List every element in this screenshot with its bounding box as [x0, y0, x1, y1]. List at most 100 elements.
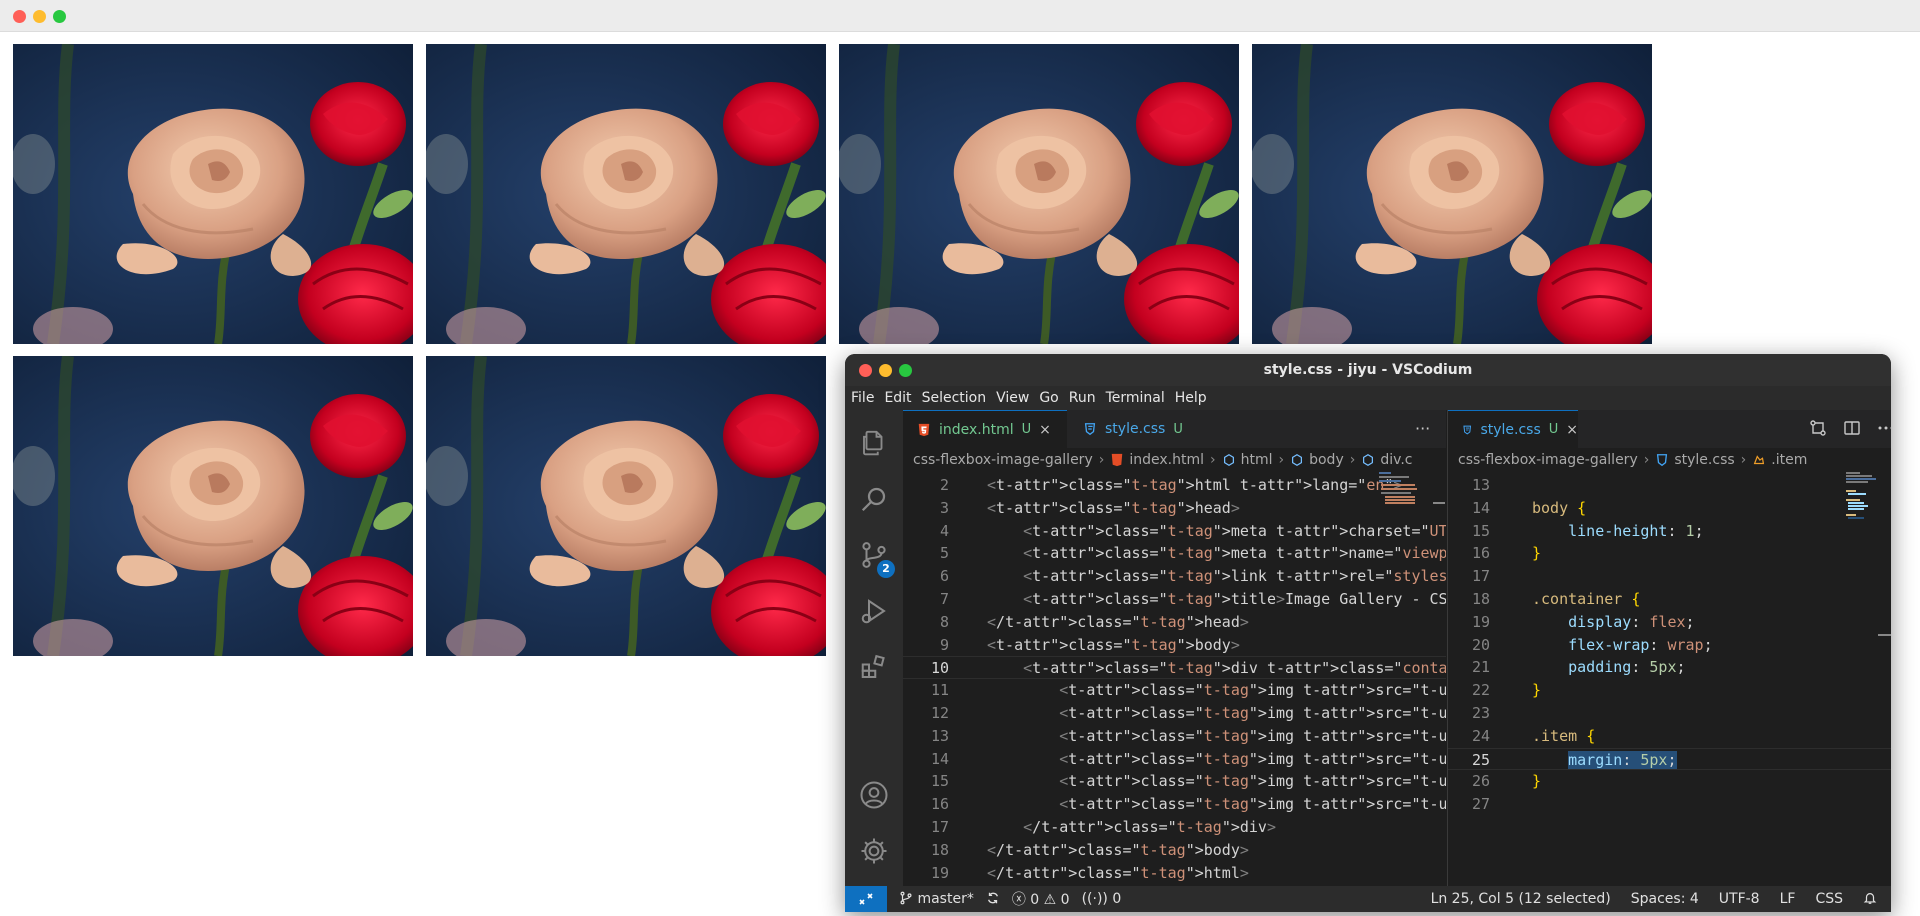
line-number: 16	[1471, 544, 1490, 563]
minimize-window-button[interactable]	[33, 10, 46, 23]
run-debug-icon[interactable]	[859, 596, 889, 626]
breadcrumb-body[interactable]: body	[1309, 452, 1344, 468]
search-icon[interactable]	[859, 484, 889, 514]
code-line[interactable]: 17 </t-attr">class="t-tag">div>	[903, 816, 1446, 839]
code-line[interactable]: 8 </t-attr">class="t-tag">head>	[903, 611, 1446, 634]
maximize-window-button[interactable]	[53, 10, 66, 23]
editor-group-right: style.css U × css-flexbox-image-gallery …	[1447, 410, 1891, 886]
remote-indicator-icon[interactable]	[845, 886, 887, 912]
branch-status[interactable]: master*	[899, 891, 974, 907]
breadcrumb-file[interactable]: index.html	[1129, 452, 1204, 468]
code-line[interactable]: 19 display: flex;	[1448, 611, 1891, 634]
code-line[interactable]: 7 <t-attr">class="t-tag">title>Image Gal…	[903, 588, 1446, 611]
breadcrumb-folder[interactable]: css-flexbox-image-gallery	[1458, 452, 1638, 468]
code-line[interactable]: 14 <t-attr">class="t-tag">img t-attr">sr…	[903, 748, 1446, 771]
menu-view[interactable]: View	[996, 390, 1029, 406]
menu-terminal[interactable]: Terminal	[1106, 390, 1165, 406]
code-line[interactable]: 2 <t-attr">class="t-tag">html t-attr">lan…	[903, 474, 1446, 497]
end-of-line[interactable]: LF	[1780, 891, 1796, 907]
scrollbar-right[interactable]	[1878, 634, 1891, 636]
code-line[interactable]: 6 <t-attr">class="t-tag">link t-attr">re…	[903, 565, 1446, 588]
gear-icon[interactable]	[859, 836, 889, 866]
code-line[interactable]: 16}	[1448, 542, 1891, 565]
close-window-button[interactable]	[13, 10, 26, 23]
cursor-position[interactable]: Ln 25, Col 5 (12 selected)	[1431, 891, 1611, 907]
code-line[interactable]: 15 line-height: 1;	[1448, 520, 1891, 543]
code-line[interactable]: 16 <t-attr">class="t-tag">img t-attr">sr…	[903, 793, 1446, 816]
breadcrumb-div[interactable]: div.c	[1380, 452, 1412, 468]
code-line[interactable]: 24 .item {	[1448, 725, 1891, 748]
code-text: margin: 5px;	[1568, 750, 1677, 769]
tab-style-css[interactable]: style.css U	[1069, 410, 1219, 448]
gallery-image	[13, 356, 413, 656]
language-mode[interactable]: CSS	[1815, 891, 1843, 907]
tab-index-html[interactable]: index.html U ×	[903, 410, 1067, 448]
code-line[interactable]: 13	[1448, 474, 1891, 497]
untracked-marker: U	[1021, 422, 1032, 437]
sync-icon[interactable]	[986, 891, 1000, 907]
extensions-icon[interactable]	[859, 652, 889, 682]
encoding[interactable]: UTF-8	[1719, 891, 1760, 907]
minimap-left[interactable]	[1373, 472, 1421, 886]
notifications-bell-icon[interactable]	[1863, 891, 1877, 907]
left-tab-bar: index.html U × style.css U ···	[903, 410, 1446, 448]
menu-file[interactable]: File	[851, 390, 874, 406]
code-line[interactable]: 15 <t-attr">class="t-tag">img t-attr">sr…	[903, 770, 1446, 793]
line-number: 7	[939, 590, 949, 608]
code-text: </t-attr">class="t-tag">body>	[987, 840, 1249, 859]
code-line[interactable]: 9 <t-attr">class="t-tag">body>	[903, 634, 1446, 657]
line-number: 12	[930, 704, 949, 722]
more-actions-icon[interactable]: ···	[1415, 419, 1430, 438]
code-line[interactable]: 11 <t-attr">class="t-tag">img t-attr">sr…	[903, 679, 1446, 702]
code-line[interactable]: 4 <t-attr">class="t-tag">meta t-attr">ch…	[903, 520, 1446, 543]
close-tab-icon[interactable]: ×	[1039, 422, 1051, 438]
breadcrumb-file[interactable]: style.css	[1674, 452, 1734, 468]
vsc-close-button[interactable]	[859, 364, 872, 377]
tab-style-css-active[interactable]: style.css U ×	[1448, 410, 1578, 448]
minimap-right[interactable]	[1840, 472, 1888, 886]
scrollbar-left[interactable]	[1433, 502, 1445, 504]
menu-go[interactable]: Go	[1039, 390, 1058, 406]
code-line[interactable]: 18 </t-attr">class="t-tag">body>	[903, 839, 1446, 862]
line-number: 8	[939, 612, 949, 631]
code-line[interactable]: 5 <t-attr">class="t-tag">meta t-attr">na…	[903, 542, 1446, 565]
code-line[interactable]: 20 flex-wrap: wrap;	[1448, 634, 1891, 657]
code-line[interactable]: 14 body {	[1448, 497, 1891, 520]
account-icon[interactable]	[859, 780, 889, 810]
code-line[interactable]: 26}	[1448, 770, 1891, 793]
vsc-maximize-button[interactable]	[899, 364, 912, 377]
code-line[interactable]: 10 <t-attr">class="t-tag">div t-attr">cl…	[903, 656, 1446, 680]
breadcrumb-folder[interactable]: css-flexbox-image-gallery	[913, 452, 1093, 468]
open-changes-icon[interactable]	[1808, 418, 1828, 438]
vsc-minimize-button[interactable]	[879, 364, 892, 377]
code-line[interactable]: 17	[1448, 565, 1891, 588]
menu-selection[interactable]: Selection	[922, 390, 987, 406]
code-line[interactable]: 22}	[1448, 679, 1891, 702]
menu-help[interactable]: Help	[1175, 390, 1207, 406]
code-line[interactable]: 27	[1448, 793, 1891, 816]
close-tab-icon[interactable]: ×	[1566, 422, 1578, 438]
line-number: 23	[1471, 704, 1490, 722]
symbol-class-icon	[1754, 455, 1765, 465]
problems-status[interactable]: ⓧ 0 ⚠ 0	[1012, 889, 1070, 909]
code-line[interactable]: 23	[1448, 702, 1891, 725]
code-line[interactable]: 18 .container {	[1448, 588, 1891, 611]
menu-run[interactable]: Run	[1069, 390, 1096, 406]
code-line[interactable]: 21 padding: 5px;	[1448, 656, 1891, 679]
ports-status[interactable]: ((·)) 0	[1082, 891, 1122, 907]
code-line[interactable]: 12 <t-attr">class="t-tag">img t-attr">sr…	[903, 702, 1446, 725]
code-text: <t-attr">class="t-tag">body>	[987, 635, 1240, 654]
code-line[interactable]: 13 <t-attr">class="t-tag">img t-attr">sr…	[903, 725, 1446, 748]
line-number: 17	[930, 818, 949, 836]
code-line[interactable]: 3 <t-attr">class="t-tag">head>	[903, 497, 1446, 520]
breadcrumb-html[interactable]: html	[1241, 452, 1273, 468]
breadcrumb-selector[interactable]: .item	[1771, 452, 1807, 468]
more-actions-icon[interactable]	[1876, 418, 1891, 438]
code-line[interactable]: 25 margin: 5px;	[1448, 747, 1891, 771]
menu-edit[interactable]: Edit	[884, 390, 911, 406]
line-number: 26	[1471, 772, 1490, 791]
indentation[interactable]: Spaces: 4	[1631, 891, 1699, 907]
files-icon[interactable]	[859, 428, 889, 458]
split-editor-icon[interactable]	[1842, 418, 1862, 438]
code-line[interactable]: 19 </t-attr">class="t-tag">html>	[903, 862, 1446, 885]
